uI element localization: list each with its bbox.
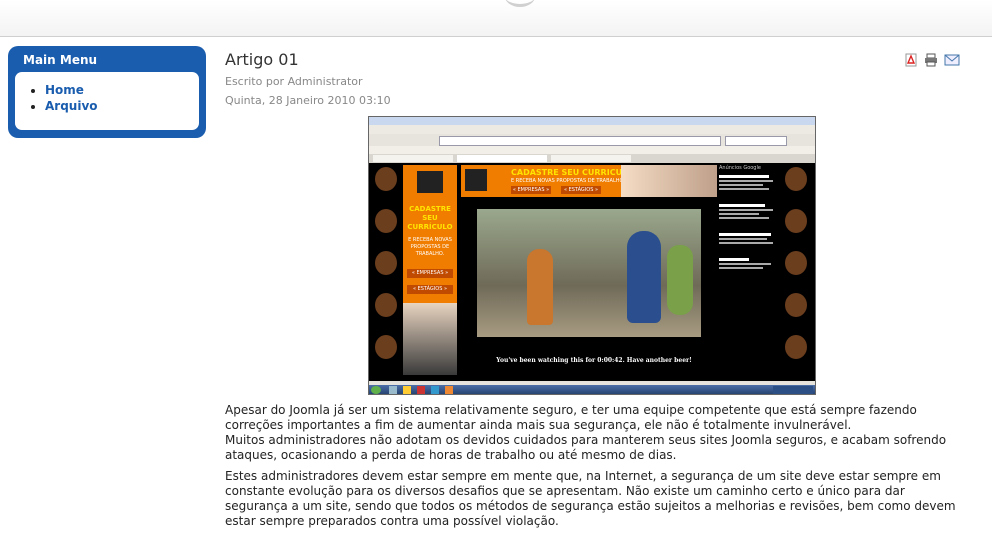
browser-bookmarks-bar	[369, 146, 815, 154]
main-menu-module: Main Menu Home Arquivo	[8, 46, 206, 138]
menu-item-home[interactable]: Home	[45, 82, 199, 98]
side-orange-banner: CADASTRE SEU CURRÍCULO E RECEBA NOVAS PR…	[403, 165, 457, 375]
left-decoration-column	[373, 163, 401, 381]
top-banner-subtitle: E RECEBA NOVAS PROPOSTAS DE TRABALHO.	[511, 178, 625, 184]
top-banner-people-photo	[621, 165, 717, 197]
article-author: Escrito por Administrator	[225, 75, 363, 88]
main-menu-list-container: Home Arquivo	[15, 72, 199, 130]
mascot-green	[667, 245, 693, 315]
pdf-icon[interactable]	[904, 52, 918, 67]
side-banner-subtitle: E RECEBA NOVAS PROPOSTAS DE TRABALHO.	[408, 237, 452, 257]
article-paragraph-1-line-2: Muitos administradores não adotam os dev…	[225, 433, 947, 462]
top-header-strip	[0, 0, 992, 37]
google-ads-column: Anúncios Google	[719, 165, 779, 335]
mascot-blue	[627, 231, 661, 323]
article-paragraph-1-line-1: Apesar do Joomla já ser um sistema relat…	[225, 403, 917, 432]
video-caption: You've been watching this for 0:00:42. H…	[496, 357, 692, 364]
browser-tab	[373, 155, 453, 162]
browser-search-box	[725, 136, 787, 146]
article-title: Artigo 01	[225, 50, 299, 69]
top-empresas-button: « EMPRESAS »	[511, 186, 551, 194]
webpage-content: CADASTRE SEU CURRÍCULO E RECEBA NOVAS PR…	[369, 163, 815, 381]
browser-address-bar	[439, 136, 721, 146]
top-orange-banner: CADASTRE SEU CURRICULO E RECEBA NOVAS PR…	[461, 165, 717, 197]
article-body: Apesar do Joomla já ser um sistema relat…	[225, 403, 965, 535]
browser-menubar	[369, 125, 815, 134]
taskbar-clock	[773, 386, 813, 394]
side-estagios-button: « ESTÁGIOS »	[407, 285, 453, 294]
article-paragraph-2: Estes administradores devem estar sempre…	[225, 469, 956, 528]
side-woman-photo	[403, 303, 457, 375]
mascot-tiger	[527, 249, 553, 325]
main-menu-title: Main Menu	[23, 53, 98, 67]
video-frame	[477, 209, 701, 337]
browser-tabs	[369, 154, 815, 163]
article-date: Quinta, 28 Janeiro 2010 03:10	[225, 94, 391, 107]
browser-tab	[551, 155, 631, 162]
top-banner-title: CADASTRE SEU CURRICULO	[511, 168, 634, 177]
house-logo-icon	[465, 169, 487, 191]
menu-item-arquivo-label[interactable]: Arquivo	[45, 99, 98, 113]
menu-item-home-label[interactable]: Home	[45, 83, 84, 97]
email-icon[interactable]	[944, 52, 960, 66]
top-estagios-button: « ESTÁGIOS »	[561, 186, 601, 194]
windows-taskbar	[369, 385, 815, 394]
browser-tab-active	[457, 155, 547, 162]
side-empresas-button: « EMPRESAS »	[407, 269, 453, 278]
menu-item-arquivo[interactable]: Arquivo	[45, 98, 199, 114]
browser-toolbar	[369, 134, 815, 146]
right-decoration-column	[783, 163, 811, 381]
side-banner-title: CADASTRE SEU CURRÍCULO	[407, 205, 453, 231]
browser-titlebar	[369, 117, 815, 125]
article-paragraph-1: Apesar do Joomla já ser um sistema relat…	[225, 403, 965, 463]
google-ads-label: Anúncios Google	[719, 165, 761, 171]
start-button-icon	[371, 386, 381, 394]
house-logo-icon	[417, 171, 443, 193]
article-image-browser-screenshot: CADASTRE SEU CURRÍCULO E RECEBA NOVAS PR…	[368, 116, 816, 395]
main-menu-list: Home Arquivo	[15, 72, 199, 114]
header-decoration	[505, 0, 535, 7]
print-icon[interactable]	[924, 52, 938, 67]
